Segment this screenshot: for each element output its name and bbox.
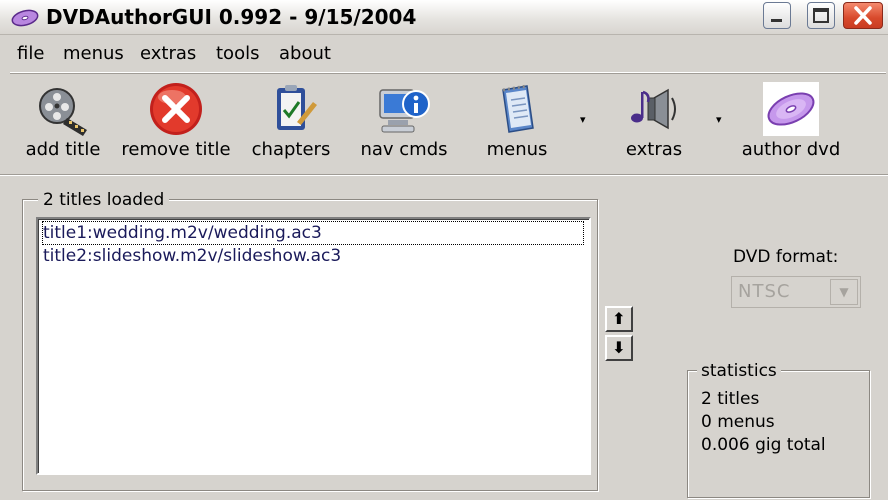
stat-titles: 2 titles bbox=[701, 389, 760, 409]
add-title-label: add title bbox=[25, 139, 101, 160]
nav-cmds-label: nav cmds bbox=[360, 139, 448, 160]
music-speaker-icon bbox=[624, 80, 684, 138]
extras-dropdown-arrow[interactable]: ▾ bbox=[716, 114, 722, 126]
chevron-down-icon[interactable]: ▼ bbox=[830, 279, 858, 305]
move-down-button[interactable]: ⬇ bbox=[605, 335, 633, 361]
dvd-format-value: NTSC bbox=[738, 281, 791, 302]
extras-button[interactable]: extras bbox=[610, 74, 698, 174]
disc-icon bbox=[10, 6, 40, 28]
film-reel-icon bbox=[33, 80, 93, 138]
list-item[interactable]: title1:wedding.m2v/wedding.ac3 bbox=[42, 221, 584, 245]
remove-title-button[interactable]: remove title bbox=[120, 74, 232, 174]
window-title: DVDAuthorGUI 0.992 - 9/15/2004 bbox=[46, 5, 417, 29]
title-bar[interactable]: DVDAuthorGUI 0.992 - 9/15/2004 bbox=[0, 0, 888, 35]
arrow-up-icon: ⬆ bbox=[612, 309, 626, 328]
maximize-icon bbox=[813, 8, 829, 23]
clipboard-check-icon bbox=[261, 80, 321, 138]
dvd-format-select[interactable]: NTSC ▼ bbox=[731, 276, 861, 308]
menu-about[interactable]: about bbox=[279, 36, 331, 72]
menus-button[interactable]: menus bbox=[474, 74, 560, 174]
menus-dropdown-arrow[interactable]: ▾ bbox=[580, 114, 586, 126]
stat-total-size: 0.006 gig total bbox=[701, 435, 826, 455]
notepad-icon bbox=[487, 80, 547, 138]
add-title-button[interactable]: add title bbox=[20, 74, 106, 174]
chapters-label: chapters bbox=[251, 139, 331, 160]
toolbar: add title remove title chapters nav cmds… bbox=[0, 74, 888, 175]
dvd-format-label: DVD format: bbox=[733, 247, 839, 267]
move-up-button[interactable]: ⬆ bbox=[605, 306, 633, 332]
nav-cmds-button[interactable]: nav cmds bbox=[356, 74, 452, 174]
chapters-button[interactable]: chapters bbox=[246, 74, 336, 174]
close-icon bbox=[854, 6, 872, 25]
minimize-button[interactable] bbox=[763, 2, 791, 29]
menus-label: menus bbox=[486, 139, 548, 160]
computer-info-icon bbox=[374, 80, 434, 138]
stat-menus: 0 menus bbox=[701, 412, 775, 432]
statistics-legend: statistics bbox=[697, 360, 781, 382]
list-item[interactable]: title2:slideshow.m2v/slideshow.ac3 bbox=[43, 245, 341, 267]
menu-tools[interactable]: tools bbox=[216, 36, 259, 72]
arrow-down-icon: ⬇ bbox=[612, 338, 626, 357]
menu-file[interactable]: file bbox=[17, 36, 44, 72]
close-button[interactable] bbox=[843, 2, 883, 29]
author-dvd-label: author dvd bbox=[741, 139, 841, 160]
titles-list[interactable]: title1:wedding.m2v/wedding.ac3 title2:sl… bbox=[36, 217, 591, 475]
minimize-icon bbox=[771, 19, 782, 22]
menu-extras[interactable]: extras bbox=[140, 36, 196, 72]
menu-menus[interactable]: menus bbox=[63, 36, 124, 72]
maximize-button[interactable] bbox=[807, 2, 835, 29]
remove-title-label: remove title bbox=[121, 139, 231, 160]
red-x-icon bbox=[146, 80, 206, 138]
dvd-disc-icon bbox=[761, 80, 821, 138]
extras-label: extras bbox=[625, 139, 683, 160]
titles-group-legend: 2 titles loaded bbox=[38, 189, 170, 211]
menu-bar: file menus extras tools about bbox=[10, 36, 886, 73]
author-dvd-button[interactable]: author dvd bbox=[738, 74, 844, 174]
